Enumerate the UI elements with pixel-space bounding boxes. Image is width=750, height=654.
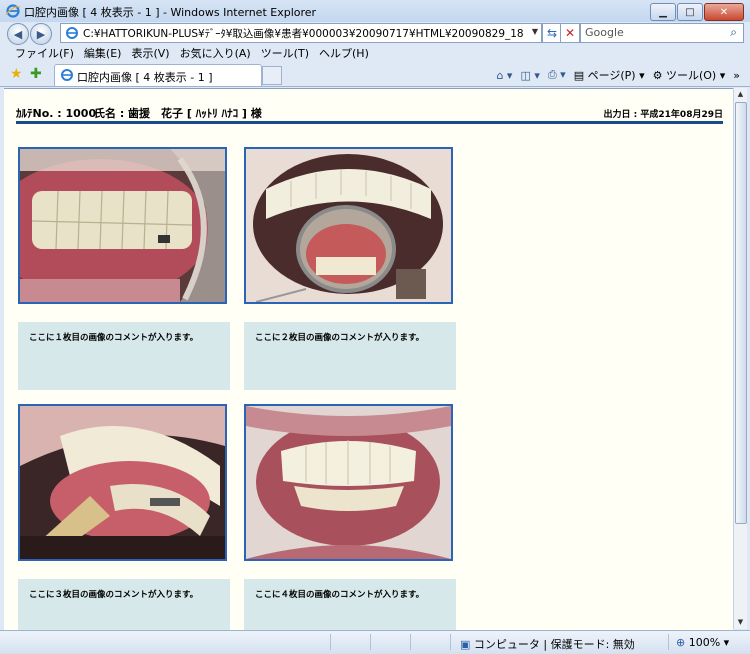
- back-icon[interactable]: ◀: [7, 23, 29, 45]
- photo-3-image: [20, 406, 225, 559]
- tab-label: 口腔内画像 [ 4 枚表示 - 1 ]: [77, 71, 213, 84]
- intraoral-photo-1[interactable]: [18, 147, 227, 304]
- ie-page-icon: [61, 69, 73, 81]
- comment-box-3: ここに３枚目の画像のコメントが入ります。: [18, 579, 230, 630]
- comment-box-4: ここに４枚目の画像のコメントが入ります。: [244, 579, 456, 630]
- chevron-more-icon[interactable]: »: [733, 69, 740, 82]
- vertical-scrollbar[interactable]: ▲ ▼: [733, 88, 747, 629]
- zoom-icon: ⊕: [676, 636, 686, 649]
- status-divider: [668, 634, 669, 650]
- photo-1-image: [20, 149, 225, 302]
- zone-label: コンピュータ | 保護モード: 無効: [473, 638, 635, 651]
- tab-active[interactable]: 口腔内画像 [ 4 枚表示 - 1 ]: [54, 64, 262, 86]
- feeds-icon[interactable]: ◫ ▾: [520, 69, 539, 82]
- patient-name: 氏名 : 歯援 花子 [ ﾊｯﾄﾘ ﾊﾅｺ ] 様: [94, 107, 262, 120]
- address-url[interactable]: C:¥HATTORIKUN-PLUS¥ﾃﾞｰﾀ¥取込画像¥患者¥000003¥2…: [83, 26, 523, 41]
- browser-window: 口腔内画像 [ 4 枚表示 - 1 ] - Windows Internet E…: [0, 0, 750, 654]
- zoom-level: 100%: [688, 636, 721, 649]
- menu-tools[interactable]: ツール(T): [256, 46, 314, 62]
- new-tab-button[interactable]: [262, 66, 282, 85]
- tools-menu[interactable]: ⚙ ツール(O) ▾: [653, 67, 726, 83]
- status-divider: [370, 634, 371, 650]
- refresh-icon[interactable]: ⇆: [542, 23, 562, 43]
- page-menu[interactable]: ▤ ページ(P) ▾: [574, 67, 645, 83]
- favorites-star-icon[interactable]: ★: [10, 66, 23, 82]
- add-favorite-icon[interactable]: ✚: [30, 66, 42, 82]
- close-icon[interactable]: ✕: [704, 3, 744, 21]
- status-divider: [450, 634, 451, 650]
- photo-2-image: [246, 149, 451, 302]
- intraoral-photo-4[interactable]: [244, 404, 453, 561]
- search-box[interactable]: Google ⌕: [580, 23, 744, 43]
- photo-4-image: [246, 406, 451, 559]
- window-title: 口腔内画像 [ 4 枚表示 - 1 ] - Windows Internet E…: [24, 6, 317, 19]
- comment-box-1: ここに１枚目の画像のコメントが入ります。: [18, 322, 230, 390]
- comment-text-3: ここに３枚目の画像のコメントが入ります。: [29, 590, 199, 600]
- address-row: ◀ ▶ C:¥HATTORIKUN-PLUS¥ﾃﾞｰﾀ¥取込画像¥患者¥0000…: [0, 22, 750, 46]
- page-content: ｶﾙﾃNo. : 1000 氏名 : 歯援 花子 [ ﾊｯﾄﾘ ﾊﾅｺ ] 様 …: [4, 88, 733, 630]
- minimize-icon[interactable]: ▁: [650, 3, 676, 21]
- home-icon[interactable]: ⌂ ▾: [496, 69, 512, 82]
- status-divider: [330, 634, 331, 650]
- menu-view[interactable]: 表示(V): [126, 46, 174, 62]
- address-dropdown-icon[interactable]: ▼: [532, 27, 538, 36]
- menu-favorites[interactable]: お気に入り(A): [175, 46, 256, 62]
- intraoral-photo-3[interactable]: [18, 404, 227, 561]
- menu-file[interactable]: ファイル(F): [10, 46, 79, 62]
- stop-icon[interactable]: ✕: [560, 23, 580, 43]
- karte-number: ｶﾙﾃNo. : 1000: [16, 107, 97, 120]
- title-bar: 口腔内画像 [ 4 枚表示 - 1 ] - Windows Internet E…: [0, 0, 750, 22]
- address-bar[interactable]: C:¥HATTORIKUN-PLUS¥ﾃﾞｰﾀ¥取込画像¥患者¥000003¥2…: [60, 23, 542, 43]
- comment-text-2: ここに２枚目の画像のコメントが入ります。: [255, 333, 425, 343]
- scroll-thumb[interactable]: [735, 102, 747, 524]
- tab-row: ★ ✚ 口腔内画像 [ 4 枚表示 - 1 ] ⌂ ▾ ◫ ▾ ⎙ ▾ ▤ ペー…: [0, 62, 750, 87]
- zoom-control[interactable]: ⊕ 100% ▾: [676, 636, 729, 649]
- forward-icon[interactable]: ▶: [30, 23, 52, 45]
- ie-page-icon: [66, 27, 78, 39]
- comment-text-4: ここに４枚目の画像のコメントが入ります。: [255, 590, 425, 600]
- output-date: 出力日 : 平成21年08月29日: [603, 110, 723, 120]
- security-zone[interactable]: ▣ コンピュータ | 保護モード: 無効: [460, 636, 635, 652]
- report-header: ｶﾙﾃNo. : 1000 氏名 : 歯援 花子 [ ﾊｯﾄﾘ ﾊﾅｺ ] 様 …: [16, 101, 723, 121]
- print-icon[interactable]: ⎙ ▾: [548, 68, 566, 82]
- comment-text-1: ここに１枚目の画像のコメントが入ります。: [29, 333, 199, 343]
- maximize-icon[interactable]: □: [677, 3, 703, 21]
- computer-icon: ▣: [460, 638, 471, 651]
- status-divider: [410, 634, 411, 650]
- scroll-up-icon[interactable]: ▲: [734, 88, 747, 101]
- scroll-down-icon[interactable]: ▼: [734, 616, 747, 629]
- menu-edit[interactable]: 編集(E): [79, 46, 127, 62]
- menu-bar: ファイル(F) 編集(E) 表示(V) お気に入り(A) ツール(T) ヘルプ(…: [0, 46, 750, 62]
- intraoral-photo-2[interactable]: [244, 147, 453, 304]
- tools-menu-label: ツール(O): [665, 69, 717, 82]
- menu-help[interactable]: ヘルプ(H): [314, 46, 374, 62]
- page-menu-label: ページ(P): [587, 69, 636, 82]
- search-icon[interactable]: ⌕: [730, 25, 737, 40]
- header-divider: [16, 121, 723, 124]
- status-bar: ▣ コンピュータ | 保護モード: 無効 ⊕ 100% ▾: [0, 630, 750, 654]
- ie-logo-icon: [6, 4, 20, 18]
- search-input[interactable]: Google: [585, 26, 624, 39]
- comment-box-2: ここに２枚目の画像のコメントが入ります。: [244, 322, 456, 390]
